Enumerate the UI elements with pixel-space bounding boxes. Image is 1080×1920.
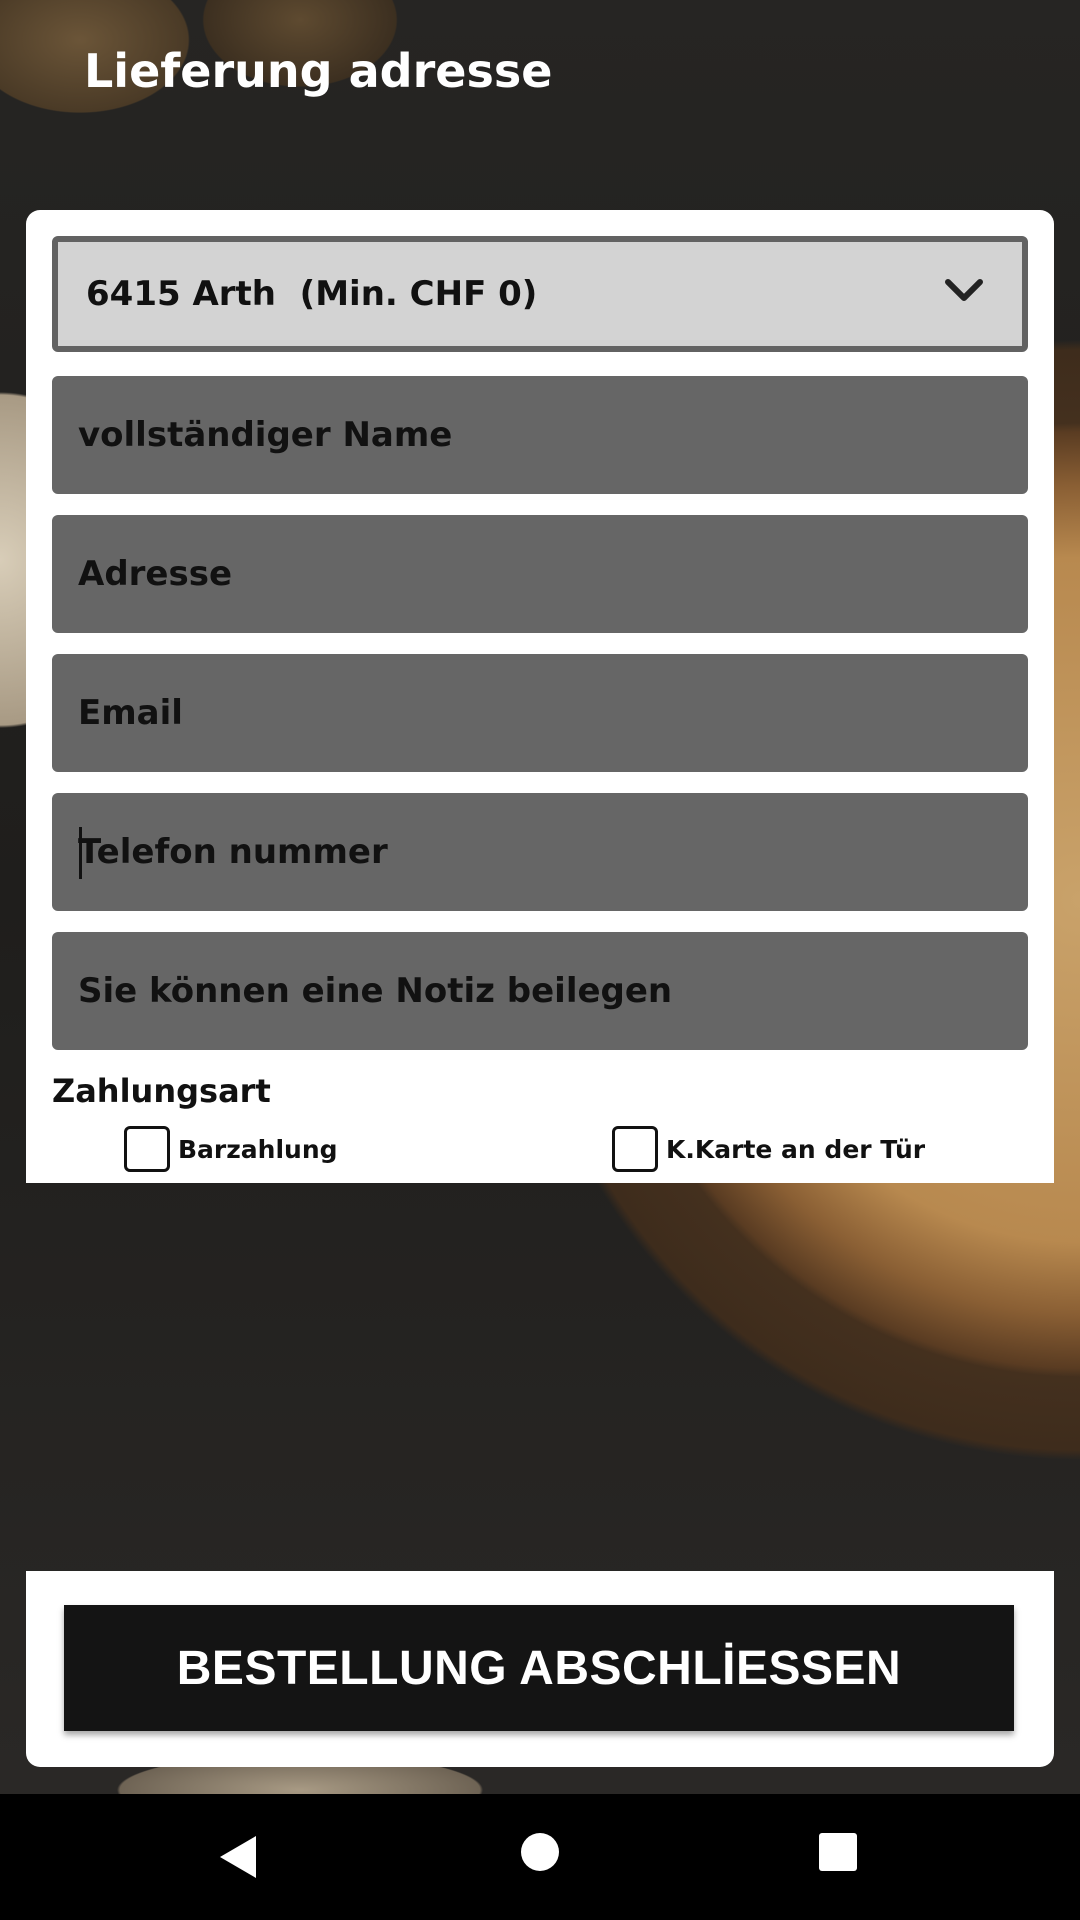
delivery-form-card: 6415 Arth (Min. CHF 0) vollständiger Nam… xyxy=(26,210,1054,1183)
phone-input[interactable]: Telefon nummer xyxy=(52,793,1028,911)
cash-checkbox[interactable] xyxy=(124,1126,170,1172)
address-input[interactable]: Adresse xyxy=(52,515,1028,633)
text-cursor xyxy=(79,827,82,879)
email-input[interactable]: Email xyxy=(52,654,1028,772)
location-select[interactable]: 6415 Arth (Min. CHF 0) xyxy=(52,236,1028,352)
address-placeholder: Adresse xyxy=(78,554,233,594)
chevron-down-icon xyxy=(945,279,983,301)
phone-placeholder: Telefon nummer xyxy=(78,832,388,872)
recents-icon[interactable] xyxy=(818,1832,858,1872)
card-label: K.Karte an der Tür xyxy=(666,1134,926,1164)
back-icon[interactable] xyxy=(216,1832,260,1882)
email-placeholder: Email xyxy=(78,693,183,733)
payment-option-cash[interactable]: Barzahlung xyxy=(124,1126,338,1172)
payment-option-card[interactable]: K.Karte an der Tür xyxy=(612,1126,925,1172)
note-input[interactable]: Sie können eine Notiz beilegen xyxy=(52,932,1028,1050)
complete-order-button[interactable]: BESTELLUNG ABSCHLİESSEN xyxy=(64,1605,1014,1731)
footer-card: BESTELLUNG ABSCHLİESSEN xyxy=(26,1571,1054,1767)
note-placeholder: Sie können eine Notiz beilegen xyxy=(78,971,673,1011)
location-select-value: 6415 Arth (Min. CHF 0) xyxy=(86,274,538,314)
system-navigation-bar xyxy=(0,1794,1080,1920)
full-name-input[interactable]: vollständiger Name xyxy=(52,376,1028,494)
home-icon[interactable] xyxy=(520,1832,560,1872)
page-title: Lieferung adresse xyxy=(84,44,553,98)
payment-method-label: Zahlungsart xyxy=(52,1072,271,1110)
card-checkbox[interactable] xyxy=(612,1126,658,1172)
cash-label: Barzahlung xyxy=(178,1134,338,1164)
full-name-placeholder: vollständiger Name xyxy=(78,415,453,455)
